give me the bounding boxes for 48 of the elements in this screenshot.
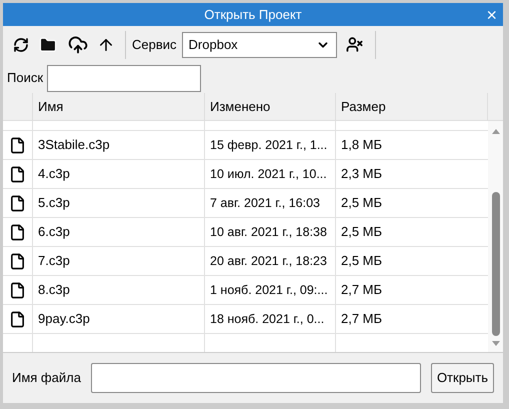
column-header[interactable]: Изменено [205,93,336,120]
filename-label: Имя файла [12,369,81,388]
file-size: 2,5 МБ [340,223,384,242]
modified-date: 7 авг. 2021 г., 16:03 [205,189,336,217]
file-icon [9,224,26,240]
file-row[interactable]: 9pay.c3p 18 нояб. 2021 г., 0... 2,7 МБ [3,305,488,334]
file-icon [9,252,26,270]
service-dropdown[interactable]: Dropbox [182,32,337,58]
file-row[interactable]: 3Stabile.c3p 15 февр. 2021 г., 1... 1,8 МБ [3,131,488,160]
file-icon [9,282,26,298]
filename-field[interactable] [90,363,421,393]
service-label: Сервис [132,36,177,54]
file-icon [9,166,26,182]
modified-date: 20 авг. 2021 г., 18:23 [205,247,336,275]
search-field[interactable] [47,64,202,92]
file-name: 6.c3p [33,218,205,246]
file-size: 2,3 МБ [340,165,384,184]
file-size: 2,7 МБ [340,281,384,300]
file-row[interactable]: 8.c3p 1 нояб. 2021 г., 09:... 2,7 МБ [3,276,488,305]
file-name: 7.c3p [33,247,205,275]
close-button[interactable]: × [486,3,497,26]
file-size: 1,8 МБ [340,136,384,154]
search-label: Поиск [7,69,44,88]
file-row[interactable]: 6.c3p 10 авг. 2021 г., 18:38 2,5 МБ [3,218,488,247]
file-name: 5.c3p [33,189,205,217]
window-title: Открыть Проект [204,6,302,24]
column-header[interactable]: Размер [336,93,488,120]
modified-date: 1 нояб. 2021 г., 09:... [205,276,336,304]
modified-date: 18 нояб. 2021 г., 0... [205,305,336,333]
file-size: 2,5 МБ [340,194,384,212]
file-name: 9pay.c3p [33,305,205,333]
open-button[interactable]: Открыть [430,363,494,393]
modified-date: 10 авг. 2021 г., 18:38 [205,218,336,246]
file-name: 3Stabile.c3p [33,131,205,159]
file-row[interactable]: 7.c3p 20 авг. 2021 г., 18:23 2,5 МБ [3,247,488,276]
file-row[interactable]: 5.c3p 7 авг. 2021 г., 16:03 2,5 МБ [3,189,488,218]
file-icon [9,310,26,328]
file-name: 4.c3p [33,160,205,188]
modified-date: 10 июл. 2021 г., 10... [205,160,336,188]
scrollbar[interactable] [488,121,503,352]
file-row[interactable]: 4.c3p 10 июл. 2021 г., 10... 2,3 МБ [3,160,488,189]
file-size: 2,5 МБ [340,252,384,270]
file-name: 8.c3p [33,276,205,304]
column-header[interactable]: Имя [33,93,205,120]
file-icon [9,136,26,154]
modified-date: 15 февр. 2021 г., 1... [205,131,336,159]
file-icon [9,194,26,212]
file-size: 2,7 МБ [340,310,384,328]
